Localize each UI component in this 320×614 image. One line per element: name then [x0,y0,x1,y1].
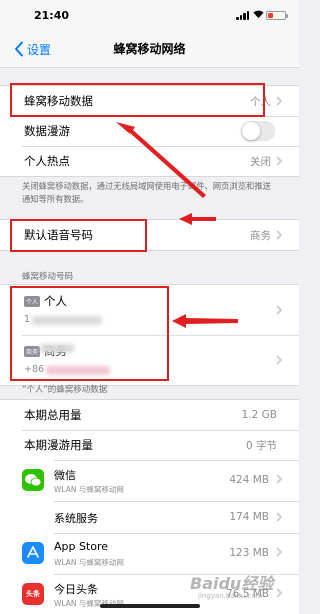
home-indicator [100,604,200,608]
baidu-watermark-url: jingyan.baidu.com [198,592,263,600]
annotation-arrows [116,122,238,328]
baidu-watermark: Baidu经验 [190,574,274,593]
